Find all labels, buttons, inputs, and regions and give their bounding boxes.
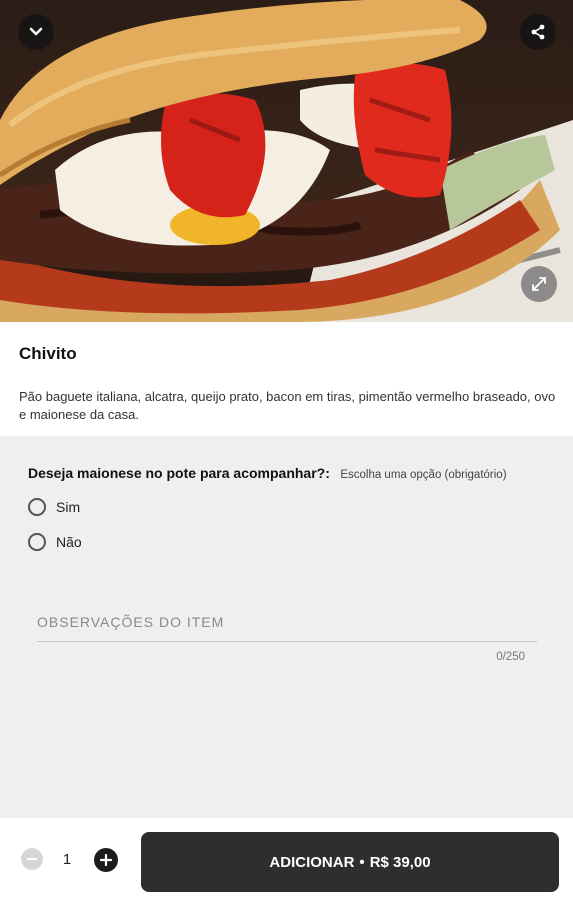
decrease-quantity-button[interactable] [21, 848, 43, 870]
product-info: Chivito Pão baguete italiana, alcatra, q… [0, 322, 573, 436]
sandwich-photo [0, 0, 573, 322]
character-counter: 0/250 [496, 651, 525, 663]
option-question: Deseja maionese no pote para acompanhar?… [28, 465, 507, 483]
expand-image-button[interactable] [521, 266, 557, 302]
product-description: Pão baguete italiana, alcatra, queijo pr… [19, 389, 556, 422]
share-button[interactable] [520, 14, 556, 50]
product-image [0, 0, 573, 322]
bottom-bar: 1 ADICIONAR • R$ 39,00 [0, 818, 573, 900]
plus-icon [100, 854, 112, 866]
add-to-cart-button[interactable]: ADICIONAR • R$ 39,00 [141, 832, 559, 892]
product-title: Chivito [19, 344, 77, 363]
minus-icon [27, 858, 37, 860]
price-label: R$ 39,00 [369, 853, 431, 871]
question-hint: Escolha uma opção (obrigatório) [340, 469, 507, 481]
price-separator: • [359, 853, 365, 871]
option-label: Sim [56, 499, 81, 515]
radio-button[interactable] [28, 533, 46, 551]
share-icon [531, 24, 545, 40]
back-button[interactable] [18, 14, 54, 50]
option-label: Não [56, 534, 82, 550]
radio-button[interactable] [28, 498, 46, 516]
increase-quantity-button[interactable] [94, 848, 118, 872]
option-sim[interactable]: Sim [28, 498, 80, 516]
chevron-down-icon [29, 27, 43, 36]
quantity-value: 1 [62, 851, 72, 868]
option-nao[interactable]: Não [28, 533, 82, 551]
options-panel: Deseja maionese no pote para acompanhar?… [0, 436, 573, 818]
add-label: ADICIONAR [269, 853, 355, 871]
question-title: Deseja maionese no pote para acompanhar?… [28, 465, 330, 481]
item-notes-field[interactable]: OBSERVAÇÕES DO ITEM [37, 614, 537, 642]
expand-icon [532, 277, 546, 291]
